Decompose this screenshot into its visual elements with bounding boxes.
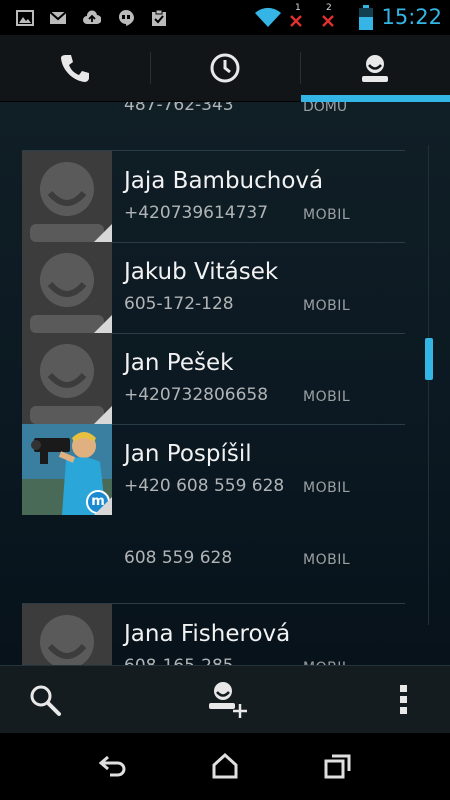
contact-row[interactable]: Jakub Vitásek 605-172-128 MOBIL: [22, 242, 405, 333]
phone-type: MOBIL: [303, 298, 351, 314]
dialer-tabs: [0, 35, 450, 101]
search-icon[interactable]: [28, 683, 62, 717]
contact-row[interactable]: Jana Fisherová 608-165-285 MOBIL: [22, 604, 405, 665]
battery-icon: [359, 5, 373, 30]
bottom-action-bar: [0, 665, 450, 734]
contact-name: Jaja Bambuchová: [124, 168, 324, 194]
contact-phone: 608 559 628: [124, 548, 233, 568]
wifi-icon: [255, 7, 281, 28]
phone-type: MOBIL: [303, 480, 351, 496]
contact-phone: +420 608 559 628: [124, 476, 285, 496]
contact-list[interactable]: 487-762-343 DOMU Jaja Bambuchová +420739…: [0, 102, 450, 665]
scrollbar-thumb[interactable]: [425, 338, 433, 380]
contact-phone: +420739614737: [124, 203, 269, 223]
sim2-no-signal-icon: [322, 15, 334, 27]
scrollbar-track: [428, 145, 429, 625]
status-bar: 1 2 15:22: [0, 0, 450, 35]
gmail-icon: [49, 11, 67, 24]
overflow-menu-icon[interactable]: [398, 683, 410, 717]
contact-row[interactable]: m Jan Pospíšil +420 608 559 628 MOBIL: [22, 424, 405, 515]
default-avatar-icon: [22, 333, 112, 424]
contact-extra-number[interactable]: 608 559 628 MOBIL: [22, 515, 405, 595]
contact-name: Jan Pešek: [124, 350, 234, 376]
add-contact-icon[interactable]: [207, 680, 249, 720]
phone-type: MOBIL: [303, 552, 351, 568]
sim1-no-signal-icon: [290, 15, 302, 27]
clipboard-check-icon: [152, 9, 166, 26]
tab-recent[interactable]: [150, 35, 300, 101]
cloud-upload-icon: [83, 10, 101, 24]
selected-tab-indicator: [301, 95, 450, 102]
partial-contact-number: 487-762-343: [124, 102, 234, 115]
contacts-person-icon: [362, 55, 388, 82]
recent-clock-icon: [210, 53, 240, 83]
contact-phone: +420732806658: [124, 385, 269, 405]
contact-name: Jakub Vitásek: [124, 259, 279, 285]
phone-type: MOBIL: [303, 389, 351, 405]
gallery-icon: [16, 10, 34, 26]
contact-photo: m: [22, 424, 112, 515]
contact-name: Jana Fisherová: [124, 621, 291, 647]
recent-apps-icon[interactable]: [323, 752, 353, 780]
contact-phone: 608-165-285: [124, 656, 234, 665]
sim2-label: 2: [326, 3, 332, 13]
system-navigation-bar: [0, 733, 450, 800]
default-avatar-icon: [22, 242, 112, 333]
default-avatar-icon: [22, 604, 112, 665]
phone-icon: [61, 55, 89, 82]
clock-time: 15:22: [381, 5, 442, 29]
back-icon[interactable]: [98, 753, 128, 779]
home-icon[interactable]: [210, 751, 240, 779]
contact-name: Jan Pospíšil: [124, 441, 252, 467]
contact-row[interactable]: Jan Pešek +420732806658 MOBIL: [22, 333, 405, 424]
contact-phone: 605-172-128: [124, 294, 234, 314]
tab-phone[interactable]: [0, 35, 150, 101]
sim1-label: 1: [295, 3, 301, 13]
hangouts-icon: [119, 10, 134, 26]
default-avatar-icon: [22, 151, 112, 242]
partial-contact-type: DOMU: [303, 102, 348, 115]
phone-type: MOBIL: [303, 207, 351, 223]
contact-row[interactable]: Jaja Bambuchová +420739614737 MOBIL: [22, 151, 405, 242]
tab-contacts[interactable]: [300, 35, 450, 101]
